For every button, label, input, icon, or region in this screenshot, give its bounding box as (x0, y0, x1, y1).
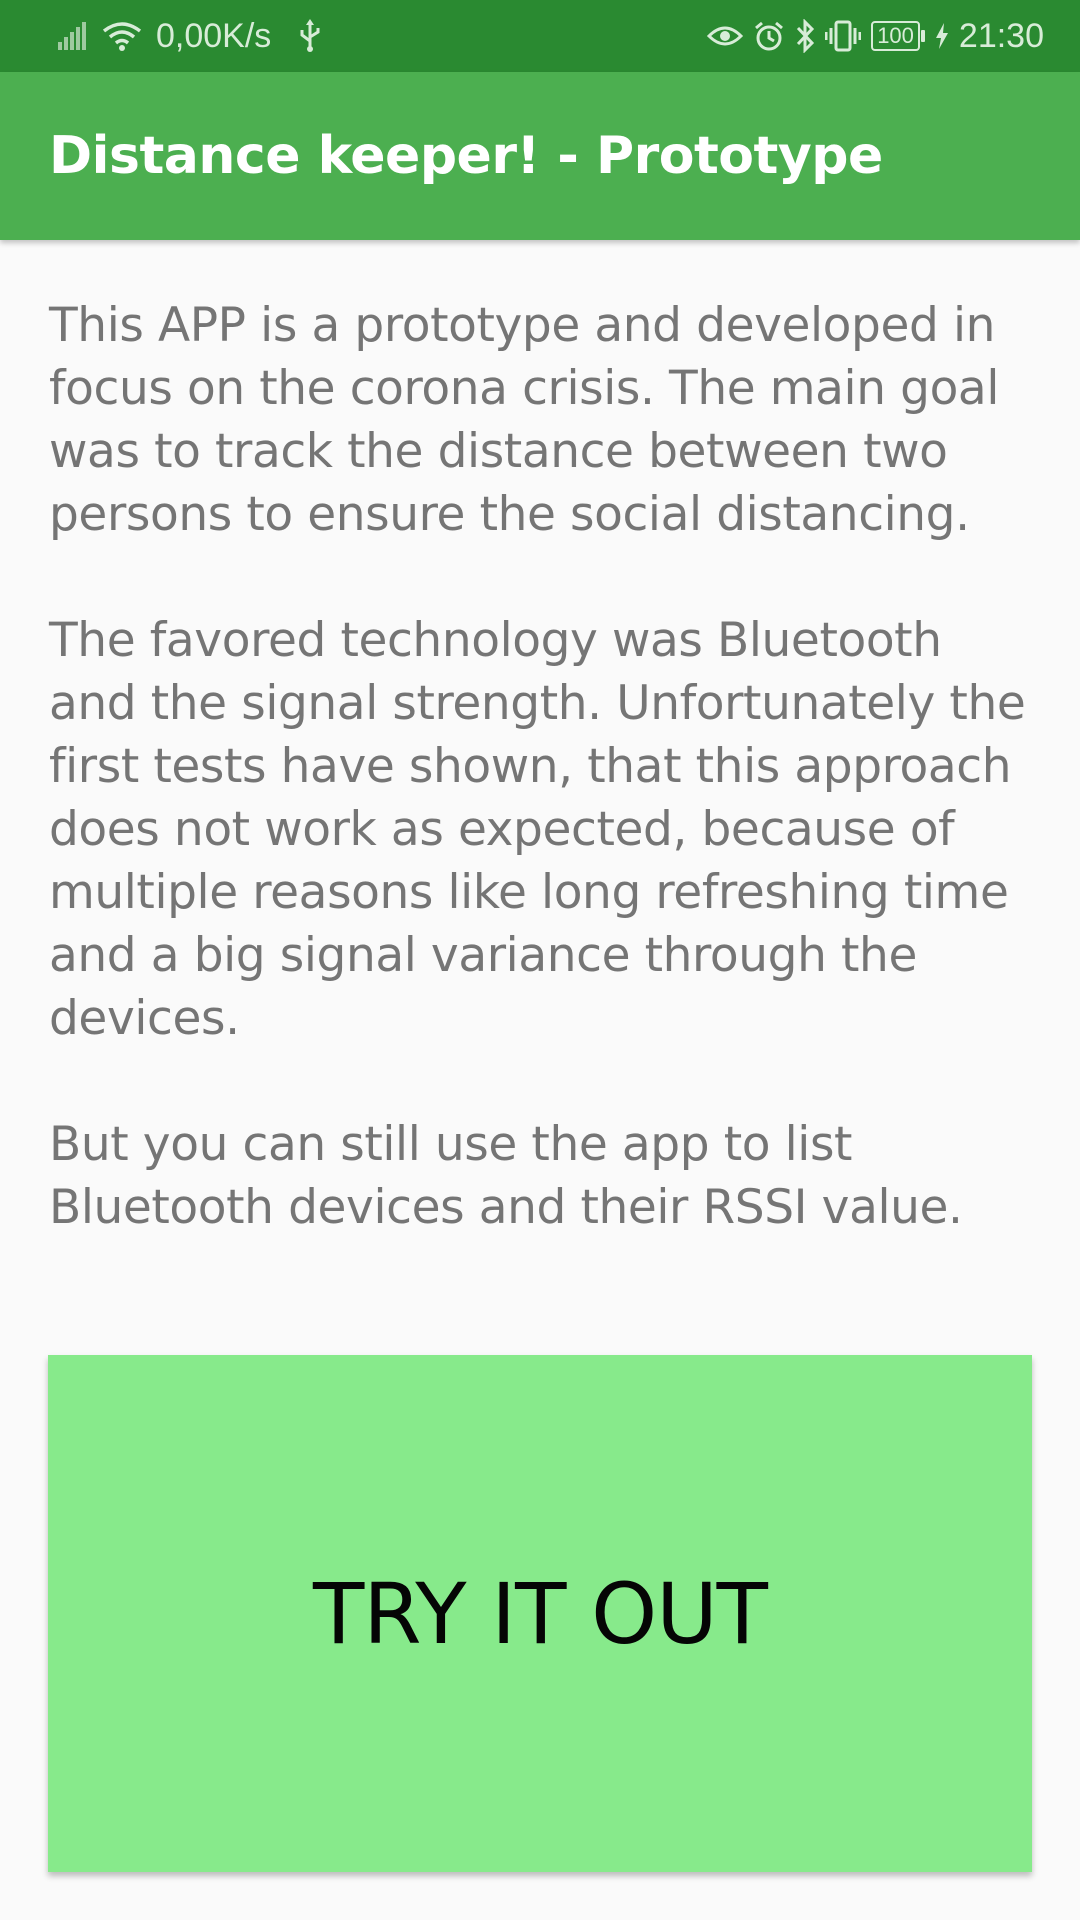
alarm-icon (753, 20, 785, 52)
battery-tip (920, 30, 925, 42)
bluetooth-icon (795, 19, 815, 53)
try-it-out-button[interactable]: TRY IT OUT (48, 1355, 1032, 1872)
status-bar-left: 0,00K/s (58, 0, 321, 72)
description-paragraph-2: The favored technology was Bluetooth and… (49, 613, 1026, 1046)
battery-icon: 100 (871, 21, 925, 51)
eye-icon (707, 23, 744, 49)
charging-icon (935, 23, 949, 49)
description-paragraph-1: This APP is a prototype and developed in… (49, 298, 999, 542)
status-bar: 0,00K/s 100 21:30 (0, 0, 1080, 72)
signal-icon (58, 22, 88, 50)
description-paragraph-3: But you can still use the app to list Bl… (49, 1117, 963, 1235)
description-section: This APP is a prototype and developed in… (49, 294, 1039, 1239)
app-title: Distance keeper! - Prototype (49, 126, 883, 186)
vibrate-icon (825, 20, 862, 52)
status-bar-right: 100 21:30 (707, 0, 1044, 72)
wifi-icon (102, 21, 142, 51)
app-bar: Distance keeper! - Prototype (0, 72, 1080, 240)
usb-icon (299, 19, 321, 53)
clock: 21:30 (958, 16, 1044, 55)
try-it-out-label: TRY IT OUT (312, 1564, 768, 1663)
network-speed: 0,00K/s (156, 16, 272, 55)
battery-level: 100 (871, 21, 920, 51)
